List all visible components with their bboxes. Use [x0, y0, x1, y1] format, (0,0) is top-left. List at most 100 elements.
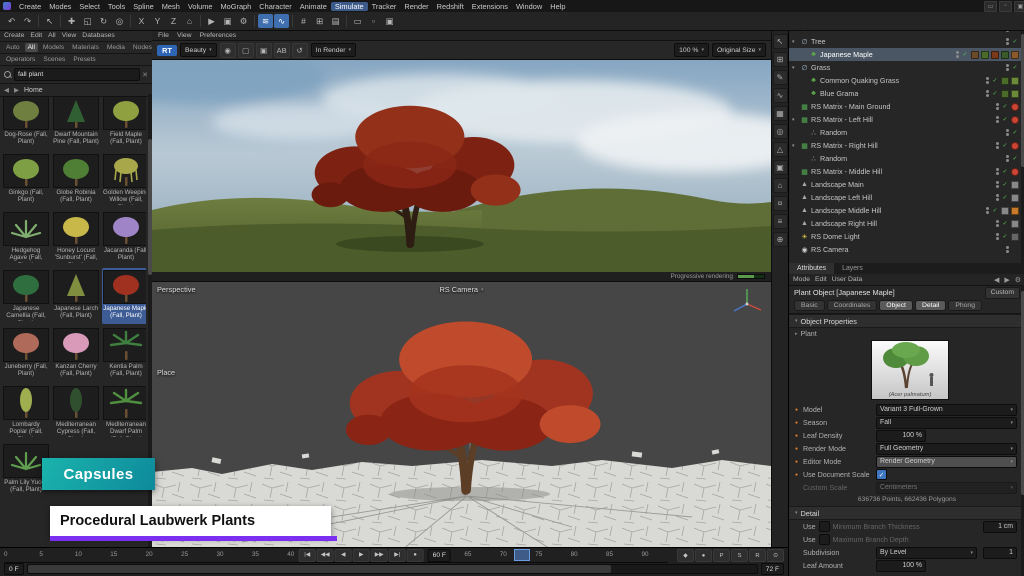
- subdivision-extra-field[interactable]: 1: [983, 547, 1017, 559]
- object-tag-icon[interactable]: [1011, 233, 1019, 241]
- visibility-dots[interactable]: [1006, 246, 1009, 253]
- section-detail[interactable]: ▾ Detail: [789, 506, 1024, 520]
- asset-item-hedgehog-agave[interactable]: Hedgehog Agave (Fall, Plant): [2, 210, 50, 266]
- tab-detail[interactable]: Detail: [915, 300, 946, 311]
- menu-simulate[interactable]: Simulate: [331, 2, 368, 11]
- axis-gizmo[interactable]: [727, 284, 767, 324]
- visibility-dots[interactable]: [996, 181, 999, 188]
- rotation-key-icon[interactable]: R: [749, 549, 766, 562]
- enabled-check-icon[interactable]: ✓: [1001, 194, 1009, 201]
- model-dropdown[interactable]: Variant 3 Full-Grown▾: [876, 404, 1017, 416]
- snapshot-icon[interactable]: ▣: [256, 43, 272, 58]
- asset-item-kentia-palm[interactable]: Kentia Palm (Fall, Plant): [102, 326, 146, 382]
- visibility-dots[interactable]: [986, 77, 989, 84]
- attr-menu-mode[interactable]: Mode: [793, 276, 810, 283]
- location-label[interactable]: Home: [24, 87, 43, 94]
- object-row-rs-matrix-left-hill[interactable]: ▾▦RS Matrix - Left Hill✓: [789, 113, 1021, 126]
- visibility-dots[interactable]: [1006, 129, 1009, 136]
- custom-scale-dropdown[interactable]: Centimeters▾: [876, 482, 1017, 494]
- object-row-tree[interactable]: ▾∅Tree✓: [789, 35, 1021, 48]
- strip-spline-icon[interactable]: ∿: [773, 88, 788, 103]
- enabled-check-icon[interactable]: ✓: [991, 77, 999, 84]
- scale-tool-icon[interactable]: ◱: [80, 14, 95, 28]
- rv-menu-view[interactable]: View: [177, 32, 192, 39]
- visibility-dots[interactable]: [986, 207, 989, 214]
- enabled-check-icon[interactable]: ✓: [1011, 38, 1019, 45]
- asset-item-japanese-larch[interactable]: Japanese Larch (Fall, Plant): [52, 268, 100, 324]
- menu-tools[interactable]: Tools: [104, 2, 129, 11]
- enabled-check-icon[interactable]: ✓: [1001, 103, 1009, 110]
- enabled-check-icon[interactable]: ✓: [1001, 181, 1009, 188]
- asset-item-japanese-camellia[interactable]: Japanese Camellia (Fall, Plant): [2, 268, 50, 324]
- parameter-key-icon[interactable]: ⊙: [767, 549, 784, 562]
- anim-dot[interactable]: ●: [795, 433, 800, 439]
- range-end-field[interactable]: 72 F: [761, 563, 784, 575]
- object-tag-icon[interactable]: [1011, 207, 1019, 215]
- asset-item-japanese-maple[interactable]: Japanese Maple (Fall, Plant): [102, 268, 146, 324]
- strip-plus-icon[interactable]: ⊕: [773, 232, 788, 247]
- leaf-density-field[interactable]: 100 %: [876, 430, 926, 442]
- zoom-dropdown[interactable]: 100 % ▾: [674, 43, 709, 57]
- object-row-common-quaking-grass[interactable]: ♣Common Quaking Grass✓: [789, 74, 1021, 87]
- strip-move-icon[interactable]: ↖: [773, 34, 788, 49]
- asset-item-mediterranean-dwarf-palm[interactable]: Mediterranean Dwarf Palm (Fall, Plant): [102, 384, 146, 440]
- render-mode-dropdown[interactable]: In Render ▾: [311, 43, 356, 57]
- enabled-check-icon[interactable]: ✓: [1001, 220, 1009, 227]
- asset-item-globe-robinia[interactable]: Globe Robinia (Fall, Plant): [52, 152, 100, 208]
- autokey-icon[interactable]: ●: [695, 549, 712, 562]
- anim-dot[interactable]: ●: [795, 420, 800, 426]
- strip-axis-icon[interactable]: ◎: [773, 124, 788, 139]
- strip-material-icon[interactable]: ¤: [773, 196, 788, 211]
- menu-mesh[interactable]: Mesh: [158, 2, 184, 11]
- app-logo-icon[interactable]: [3, 2, 11, 10]
- enabled-check-icon[interactable]: ✓: [1011, 129, 1019, 136]
- asset-item-kanzan-cherry[interactable]: Kanzan Cherry (Fall, Plant): [52, 326, 100, 382]
- strip-pen-icon[interactable]: ✎: [773, 70, 788, 85]
- leaf-amount-field[interactable]: 100 %: [876, 560, 926, 572]
- visibility-dots[interactable]: [996, 116, 999, 123]
- maximum-branch-depth-use-checkbox[interactable]: [819, 534, 830, 545]
- asset-mode-scenes[interactable]: Scenes: [40, 55, 68, 64]
- range-start-field[interactable]: 0 F: [4, 563, 24, 575]
- rt-render-button[interactable]: RT: [157, 45, 177, 56]
- visibility-dots[interactable]: [996, 220, 999, 227]
- object-tag-icon[interactable]: [1011, 168, 1019, 176]
- asset-menu-create[interactable]: Create: [4, 32, 24, 39]
- menu-volume[interactable]: Volume: [184, 2, 217, 11]
- expand-arrow-icon[interactable]: ▾: [792, 39, 798, 45]
- object-row-rs-matrix-middle-hill[interactable]: ▦RS Matrix - Middle Hill✓: [789, 165, 1021, 178]
- subdivision-dropdown[interactable]: By Level▾: [876, 547, 977, 559]
- render-picture-viewer-icon[interactable]: ▣: [220, 14, 235, 28]
- visibility-dots[interactable]: [996, 168, 999, 175]
- forward-icon[interactable]: ▶: [14, 86, 19, 94]
- asset-filter-media[interactable]: Media: [104, 43, 128, 52]
- object-row-blue-grama[interactable]: ♣Blue Grama✓: [789, 87, 1021, 100]
- visibility-dots[interactable]: [996, 233, 999, 240]
- render-view-image[interactable]: [152, 60, 771, 272]
- move-tool-icon[interactable]: ✚: [64, 14, 79, 28]
- render-view-icon[interactable]: ▶: [204, 14, 219, 28]
- object-row-random[interactable]: ∴Random✓: [789, 126, 1021, 139]
- object-tag-icon[interactable]: [1011, 77, 1019, 85]
- rotate-tool-icon[interactable]: ↻: [96, 14, 111, 28]
- object-tag-icon[interactable]: [1011, 116, 1019, 124]
- record-button[interactable]: ●: [407, 549, 424, 562]
- active-camera-label[interactable]: RS Camera ▾: [439, 285, 483, 294]
- simulate-play-icon[interactable]: ∿: [274, 14, 289, 28]
- select-tool-icon[interactable]: ↖: [42, 14, 57, 28]
- object-row-rs-camera[interactable]: ◉RS Camera✓: [789, 243, 1021, 256]
- asset-item-field-maple[interactable]: Field Maple (Fall, Plant): [102, 94, 146, 150]
- layout-monitor-1-icon[interactable]: ▭: [350, 14, 365, 28]
- anim-dot[interactable]: ●: [795, 472, 800, 478]
- visibility-dots[interactable]: [996, 103, 999, 110]
- keyframe-icon[interactable]: ◆: [677, 549, 694, 562]
- y-axis-lock-icon[interactable]: Y: [150, 14, 165, 28]
- history-back-icon[interactable]: ◀: [994, 276, 999, 284]
- object-row-landscape-main[interactable]: ▲Landscape Main✓: [789, 178, 1021, 191]
- anim-dot[interactable]: ●: [795, 407, 800, 413]
- strip-grid-icon[interactable]: ▦: [773, 106, 788, 121]
- visibility-dots[interactable]: [1006, 155, 1009, 162]
- object-tag-icon[interactable]: [1011, 194, 1019, 202]
- strip-menu-icon[interactable]: ≡: [773, 214, 788, 229]
- clear-search-icon[interactable]: ✕: [142, 71, 148, 79]
